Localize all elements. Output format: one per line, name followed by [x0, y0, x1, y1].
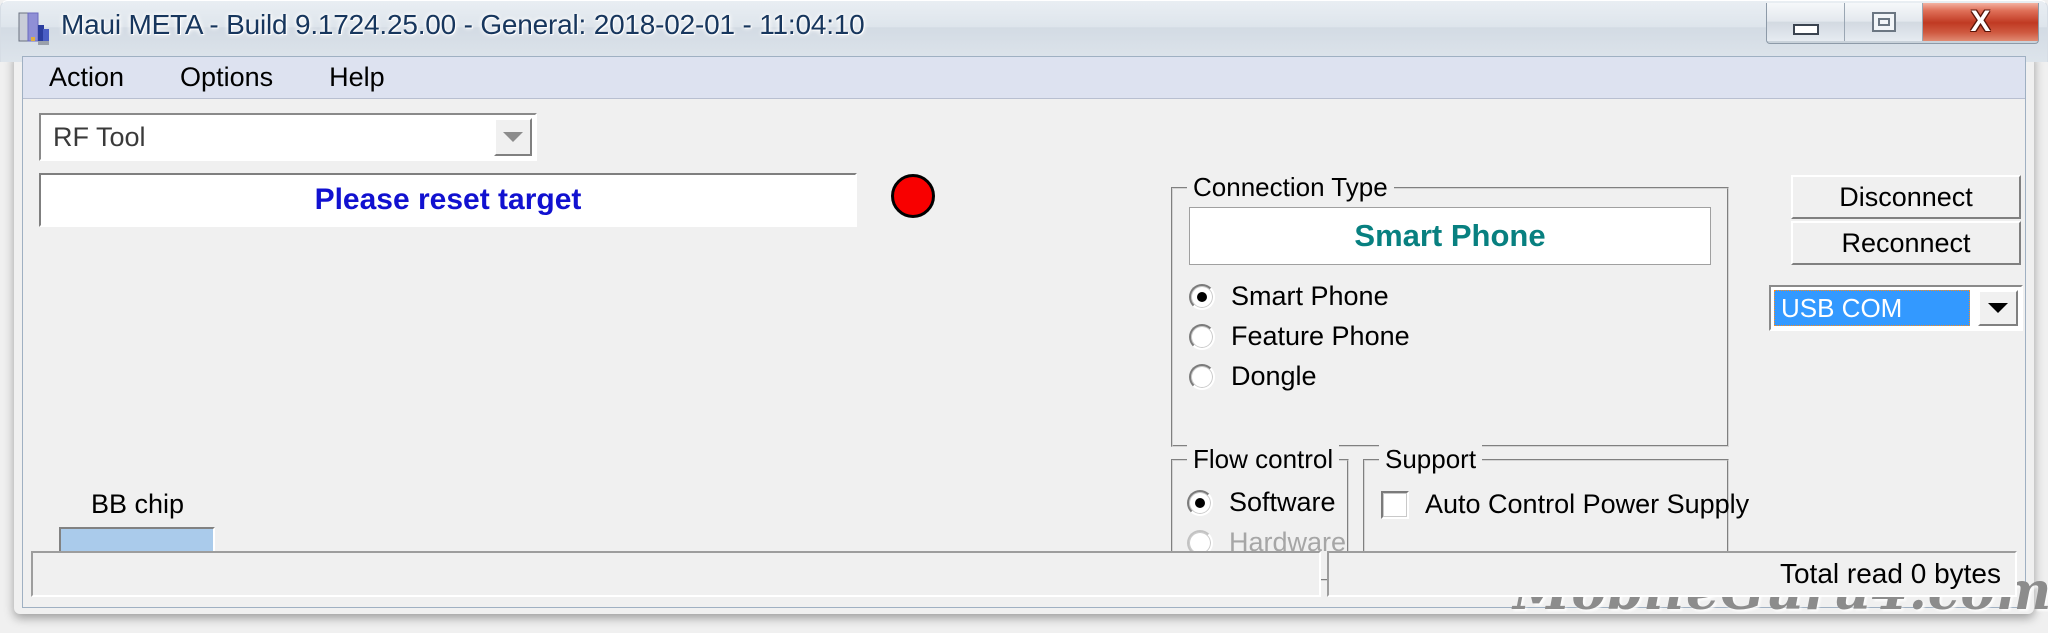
radio-unselected-icon [1189, 323, 1215, 350]
port-select[interactable]: USB COM [1769, 285, 2023, 331]
disconnect-button[interactable]: Disconnect [1791, 175, 2021, 219]
connection-type-display-value: Smart Phone [1354, 218, 1546, 253]
chevron-down-icon [503, 132, 523, 142]
status-bar: Total read 0 bytes [31, 551, 2017, 597]
client-area: Action Options Help RF Tool Please reset… [22, 56, 2048, 622]
chevron-down-icon [1988, 303, 2008, 313]
status-bar-right-pane: Total read 0 bytes [1327, 551, 2017, 597]
minimize-icon [1792, 24, 1819, 35]
window-controls: X [1766, 3, 2039, 44]
reconnect-button[interactable]: Reconnect [1791, 221, 2021, 265]
maximize-icon [1871, 12, 1896, 32]
title-bar[interactable]: Maui META - Build 9.1724.25.00 - General… [0, 0, 2048, 62]
radio-selected-icon [1189, 283, 1215, 310]
menu-item-action[interactable]: Action [45, 60, 128, 95]
connection-type-group: Connection Type Smart Phone Smart Phone … [1171, 172, 1729, 447]
minimize-button[interactable] [1767, 3, 1845, 41]
tool-select-arrow-button[interactable] [494, 118, 532, 156]
port-select-value: USB COM [1774, 290, 1970, 326]
checkbox-unchecked-icon [1381, 490, 1409, 519]
radio-software[interactable]: Software [1187, 487, 1336, 518]
status-bar-right-text: Total read 0 bytes [1779, 558, 2001, 589]
checkbox-auto-control-power-supply[interactable]: Auto Control Power Supply [1381, 489, 1749, 520]
radio-smart-phone-label: Smart Phone [1231, 281, 1389, 311]
target-status-text: Please reset target [314, 183, 582, 216]
radio-dongle-label: Dongle [1231, 361, 1317, 391]
flow-control-legend: Flow control [1187, 444, 1340, 475]
close-button[interactable]: X [1923, 3, 2038, 41]
tool-select-value: RF Tool [53, 122, 146, 152]
connection-led-indicator [891, 174, 935, 218]
checkbox-auto-control-power-supply-label: Auto Control Power Supply [1425, 489, 1750, 519]
menu-item-options[interactable]: Options [176, 60, 277, 95]
radio-unselected-icon [1189, 363, 1215, 390]
bb-chip-label: BB chip [91, 489, 185, 519]
close-icon: X [1970, 5, 1991, 38]
radio-dongle[interactable]: Dongle [1189, 361, 1317, 392]
app-icon [17, 11, 51, 47]
menu-bar: Action Options Help [23, 57, 2025, 99]
maui-meta-window: Maui META - Build 9.1724.25.00 - General… [0, 0, 2048, 633]
connection-type-legend: Connection Type [1187, 172, 1394, 203]
tool-select[interactable]: RF Tool [39, 113, 537, 161]
port-select-arrow-button[interactable] [1978, 290, 2018, 326]
radio-feature-phone[interactable]: Feature Phone [1189, 321, 1410, 352]
target-status-box: Please reset target [39, 173, 857, 227]
support-legend: Support [1379, 444, 1483, 475]
connection-type-display: Smart Phone [1189, 207, 1711, 265]
radio-software-label: Software [1229, 487, 1336, 517]
window-title: Maui META - Build 9.1724.25.00 - General… [61, 9, 865, 40]
status-bar-left-pane [31, 551, 1321, 597]
menu-item-help[interactable]: Help [325, 60, 389, 95]
radio-feature-phone-label: Feature Phone [1231, 321, 1410, 351]
radio-smart-phone[interactable]: Smart Phone [1189, 281, 1389, 312]
radio-selected-icon [1187, 489, 1213, 516]
maximize-button[interactable] [1845, 3, 1923, 41]
